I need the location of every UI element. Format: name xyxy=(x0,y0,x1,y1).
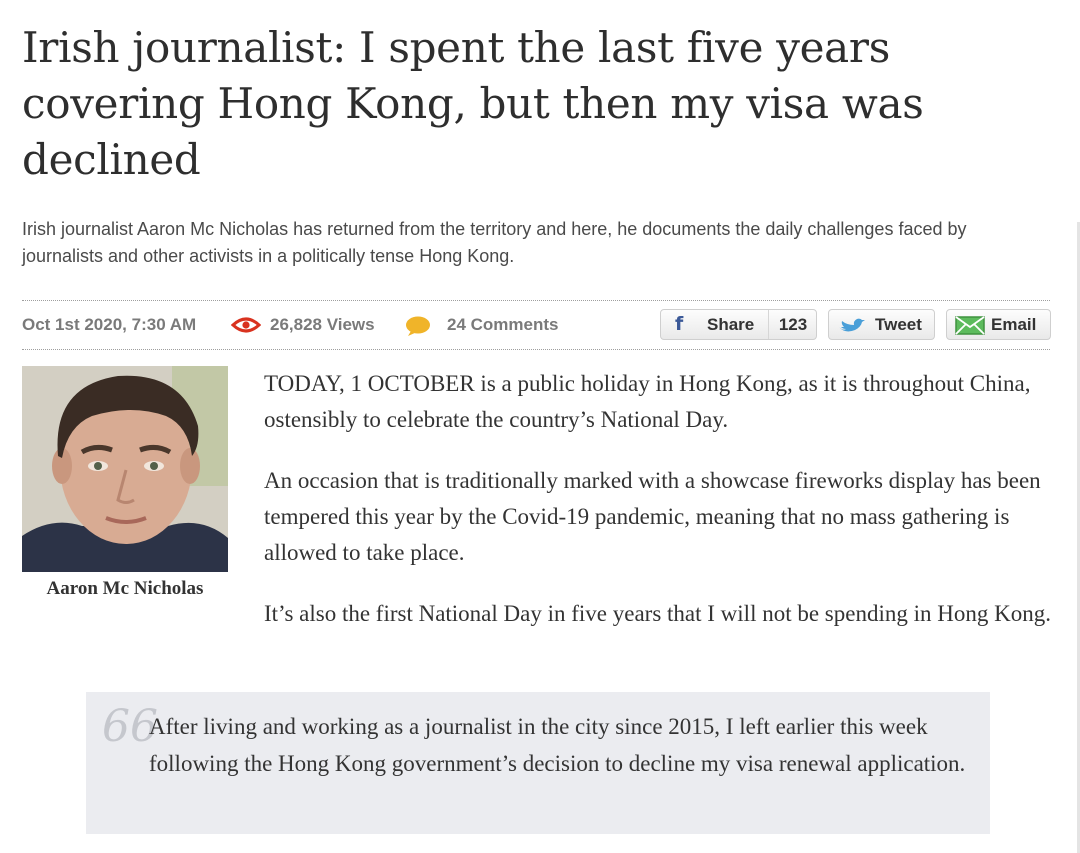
author-name: Aaron Mc Nicholas xyxy=(46,578,204,599)
body-paragraph-2: An occasion that is traditionally marked… xyxy=(264,468,1041,565)
facebook-share-button[interactable]: f Share 123 xyxy=(660,309,817,340)
eye-icon xyxy=(231,317,261,333)
email-label: Email xyxy=(991,315,1037,334)
envelope-icon xyxy=(955,316,985,335)
body-paragraph-3: It’s also the first National Day in five… xyxy=(264,601,1051,626)
tweet-button[interactable]: Tweet xyxy=(828,309,935,340)
pull-quote-text: After living and working as a journalist… xyxy=(149,714,966,776)
article-standfirst: Irish journalist Aaron Mc Nicholas has r… xyxy=(22,219,967,266)
pull-quote: 66 After living and working as a journal… xyxy=(86,692,990,834)
article-meta-bar: Oct 1st 2020, 7:30 AM 26,828 Views 24 Co… xyxy=(22,300,1051,350)
view-count: 26,828 Views xyxy=(270,315,375,334)
comments-link[interactable]: 24 Comments xyxy=(447,301,558,349)
publish-date: Oct 1st 2020, 7:30 AM xyxy=(22,315,197,334)
share-count: 123 xyxy=(768,310,817,339)
facebook-icon: f xyxy=(675,313,684,335)
twitter-bird-icon xyxy=(839,318,865,332)
author-photo xyxy=(22,366,228,572)
speech-bubble-icon[interactable] xyxy=(404,315,432,337)
share-label: Share xyxy=(707,315,755,334)
tweet-label: Tweet xyxy=(875,315,922,334)
email-share-button[interactable]: Email xyxy=(946,309,1051,340)
article-headline: Irish journalist: I spent the last five … xyxy=(22,23,924,184)
body-paragraph-1: TODAY, 1 OCTOBER is a public holiday in … xyxy=(264,371,1031,432)
